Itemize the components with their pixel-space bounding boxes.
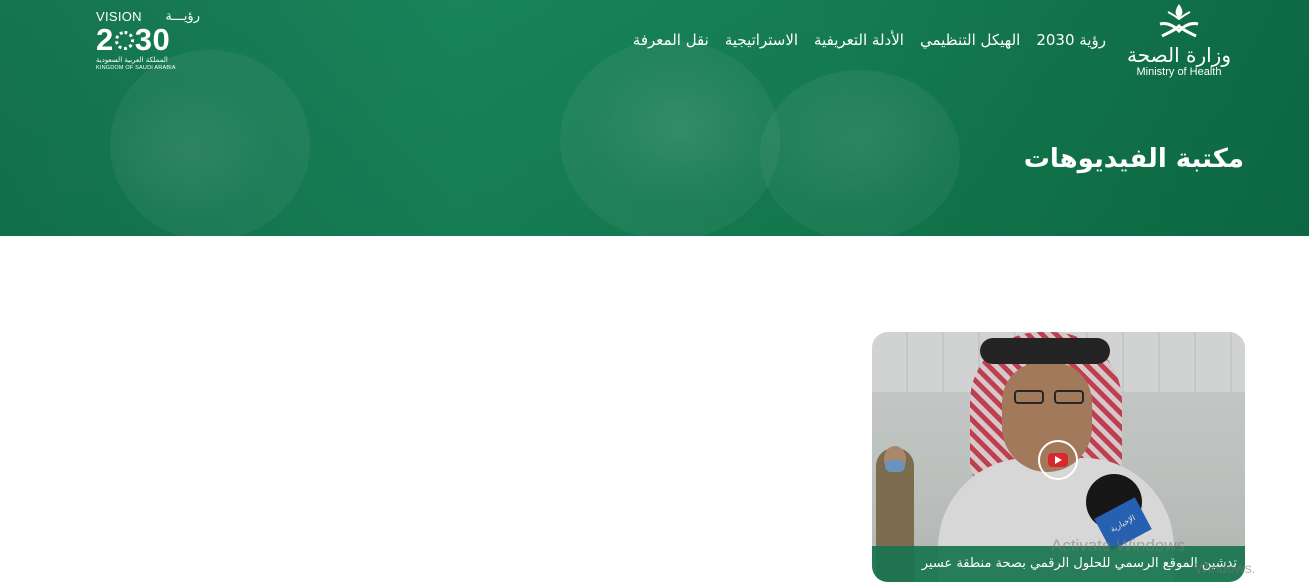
- hero-banner: وزارة الصحة Ministry of Health رؤية 2030…: [0, 0, 1309, 236]
- play-icon[interactable]: [1038, 440, 1078, 480]
- vision-logo-year: 2 30: [96, 22, 171, 57]
- nav-item-org-structure[interactable]: الهيكل التنظيمي: [920, 31, 1020, 49]
- nav-item-vision-2030[interactable]: رؤية 2030: [1036, 31, 1106, 49]
- vision-2030-logo[interactable]: VISION رؤيـــة 2 30 المملكة العربية السع…: [96, 8, 200, 78]
- moh-logo-arabic: وزارة الصحة: [1127, 43, 1231, 67]
- vision-logo-kingdom-ar: المملكة العربية السعودية: [96, 56, 168, 64]
- moh-emblem-icon: [1159, 4, 1199, 38]
- vision-logo-ar: رؤيـــة: [165, 8, 200, 24]
- moh-logo-english: Ministry of Health: [1136, 66, 1222, 78]
- activate-windows-watermark: Activate Windows: [1051, 536, 1186, 555]
- moh-logo[interactable]: وزارة الصحة Ministry of Health: [1127, 2, 1231, 90]
- vision-logo-kingdom-en: KINGDOM OF SAUDI ARABIA: [96, 65, 176, 71]
- nav-item-strategy[interactable]: الاستراتيجية: [725, 31, 798, 49]
- nav-item-guides[interactable]: الأدلة التعريفية: [814, 31, 904, 49]
- activate-windows-watermark-sub: Windows.: [1195, 560, 1256, 576]
- nav-item-knowledge-transfer[interactable]: نقل المعرفة: [633, 31, 709, 49]
- vision-emblem-icon: [114, 30, 134, 50]
- page-title: مكتبة الفيديوهات: [1023, 144, 1244, 174]
- main-nav: رؤية 2030 الهيكل التنظيمي الأدلة التعريف…: [633, 31, 1106, 49]
